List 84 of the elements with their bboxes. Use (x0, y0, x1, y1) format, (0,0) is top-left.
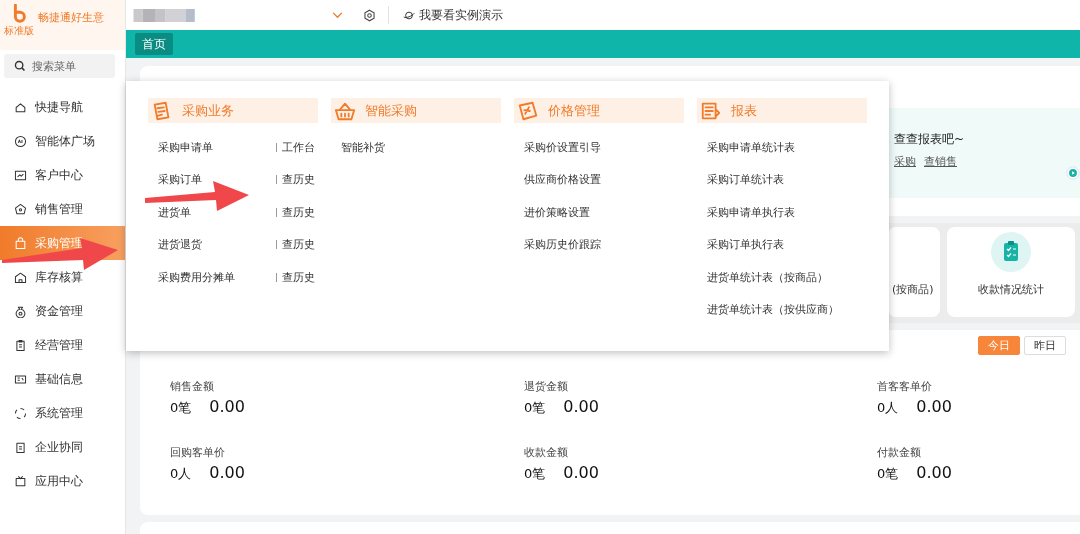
report-card[interactable]: 收款情况统计 (947, 227, 1075, 317)
home-icon (14, 100, 27, 114)
menu-item[interactable]: 采购订单 (158, 172, 276, 188)
banner-text: 查查报表吧~ (894, 131, 965, 148)
sidebar-item[interactable]: 客户中心 (0, 158, 125, 192)
bag-icon (14, 236, 27, 250)
group-title: 价格管理 (548, 101, 600, 120)
sidebar-item[interactable]: 应用中心 (0, 464, 125, 498)
card-label: 收款情况统计 (978, 282, 1044, 297)
search-icon (14, 60, 26, 72)
ring-icon (14, 406, 27, 420)
metric-count: 0人 (877, 399, 899, 417)
caret-icon[interactable] (332, 11, 343, 19)
menu-item[interactable]: 供应商价格设置 (524, 172, 642, 188)
metric-amount: 0.00 (916, 397, 952, 416)
shortcut-link[interactable]: 查历史 (282, 204, 315, 220)
search-field[interactable]: 搜索菜单 (4, 54, 115, 78)
metric-count: 0笔 (877, 465, 899, 483)
menu-item[interactable]: 采购历史价跟踪 (524, 237, 642, 253)
sidebar-item[interactable]: 快捷导航 (0, 90, 125, 124)
metric-label: 回购客单价 (170, 445, 226, 460)
report-link[interactable]: 查销售 (924, 154, 957, 169)
shortcut-link[interactable]: 查历史 (282, 237, 315, 253)
play-icon[interactable] (1066, 166, 1080, 180)
edition-label: 标准版 (4, 24, 34, 38)
menu-item[interactable]: 进货单统计表（按供应商） (707, 302, 839, 318)
shortcut-link[interactable]: 查历史 (282, 269, 315, 285)
metric-count: 0人 (170, 465, 192, 483)
demo-link[interactable]: 我要看实例演示 (403, 7, 503, 23)
metric-label: 退货金额 (524, 379, 569, 394)
logo-text: 畅捷通好生意 (38, 10, 104, 25)
group-title: 智能采购 (365, 101, 417, 120)
menu-item[interactable]: 进货单 (158, 204, 276, 220)
card-icon (14, 372, 27, 386)
settings-icon[interactable] (363, 8, 376, 22)
metric-amount: 0.00 (916, 463, 952, 482)
sidebar-item[interactable]: 库存核算 (0, 260, 125, 294)
document-icon (14, 440, 27, 454)
metric-label: 销售金额 (170, 379, 215, 394)
metric-count: 0笔 (524, 465, 546, 483)
menu-item[interactable]: 采购申请单统计表 (707, 139, 825, 155)
sidebar-item[interactable]: 经营管理 (0, 328, 125, 362)
report-link[interactable]: 采购 (894, 154, 916, 169)
menu-item[interactable]: 进货单统计表（按商品） (707, 269, 828, 285)
tab[interactable]: 首页 (135, 33, 173, 55)
metric-amount: 0.00 (209, 463, 245, 482)
house-icon (14, 270, 27, 284)
metric-label: 收款金额 (524, 445, 569, 460)
period-button[interactable]: 昨日 (1024, 336, 1066, 355)
sidebar-item[interactable]: 基础信息 (0, 362, 125, 396)
metric-count: 0笔 (170, 399, 192, 417)
menu-item[interactable]: 进价策略设置 (524, 204, 642, 220)
menu-item[interactable]: 采购申请单执行表 (707, 204, 825, 220)
clipboard-icon (14, 338, 27, 352)
metric-amount: 0.00 (563, 397, 599, 416)
chart-icon (14, 168, 27, 182)
card-label: (按商品) (892, 282, 934, 297)
planet-icon (403, 9, 415, 21)
metric-amount: 0.00 (563, 463, 599, 482)
menu-item[interactable]: 智能补货 (341, 139, 459, 155)
sidebar-item[interactable]: 企业协同 (0, 430, 125, 464)
group-title: 报表 (731, 101, 757, 120)
metric-count: 0笔 (524, 399, 546, 417)
ai-icon (14, 134, 27, 148)
money-bag-icon (14, 304, 27, 318)
shortcut-link[interactable]: 查历史 (282, 172, 315, 188)
metric-label: 首客客单价 (877, 379, 933, 394)
menu-item[interactable]: 采购订单执行表 (707, 237, 825, 253)
menu-item[interactable]: 采购订单统计表 (707, 172, 825, 188)
sidebar-item[interactable]: 系统管理 (0, 396, 125, 430)
menu-item[interactable]: 进货退货 (158, 237, 276, 253)
menu-item[interactable]: 采购申请单 (158, 139, 276, 155)
group-title: 采购业务 (182, 101, 234, 120)
menu-item[interactable]: 采购费用分摊单 (158, 269, 276, 285)
report-card[interactable]: (按商品) (888, 227, 940, 317)
tv-icon (14, 474, 27, 488)
clipboard-icon (991, 232, 1031, 272)
metric-label: 付款金额 (877, 445, 922, 460)
menu-item[interactable]: 采购价设置引导 (524, 139, 642, 155)
sidebar-item[interactable]: 销售管理 (0, 192, 125, 226)
sidebar-item[interactable]: 资金管理 (0, 294, 125, 328)
shortcut-link[interactable]: 工作台 (282, 139, 315, 155)
sidebar-item[interactable]: 智能体广场 (0, 124, 125, 158)
metric-amount: 0.00 (209, 397, 245, 416)
